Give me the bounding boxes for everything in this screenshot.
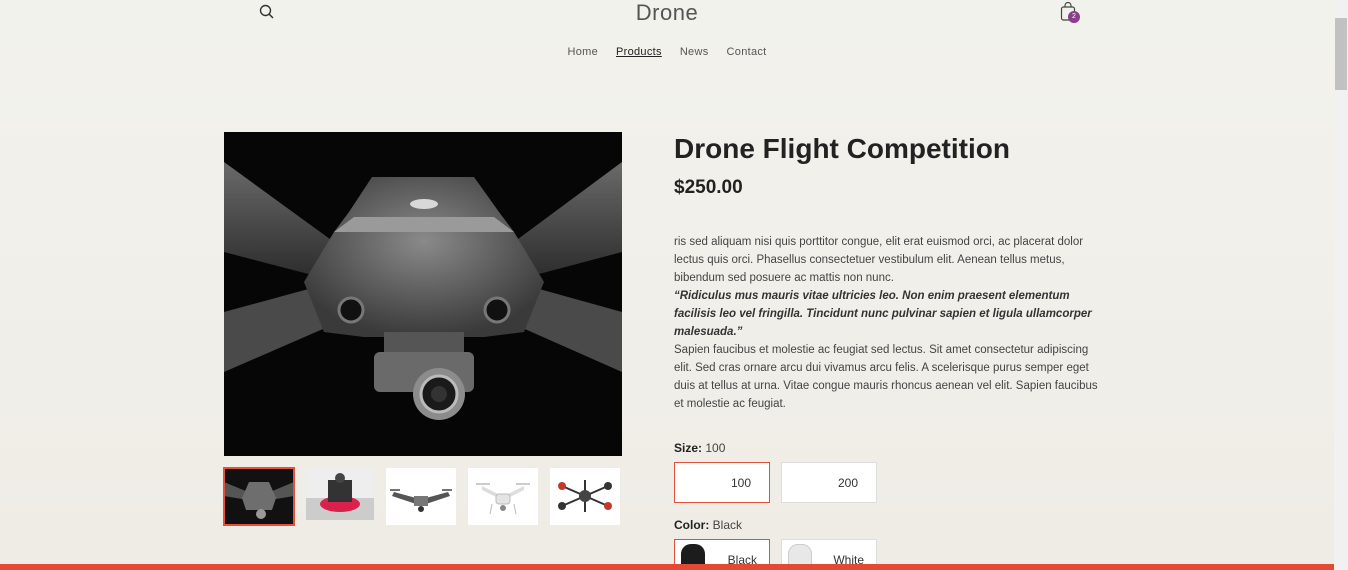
nav-item-contact[interactable]: Contact [727,46,767,58]
description-paragraph: Sapien faucibus et molestie ac feugiat s… [674,344,1098,410]
nav-item-products[interactable]: Products [616,46,662,58]
main-nav: Home Products News Contact [0,46,1334,58]
product-description: ris sed aliquam nisi quis porttitor cong… [674,233,1102,413]
size-label: Size: 100 [674,441,726,455]
description-paragraph: ris sed aliquam nisi quis porttitor cong… [674,236,1084,284]
site-logo[interactable]: Drone [0,0,1334,26]
size-option-200[interactable]: 200 [781,462,877,503]
product-main-image[interactable] [224,132,622,456]
thumbnail-2[interactable] [306,468,374,520]
drone-image [224,132,622,456]
color-selected-value: Black [712,518,743,532]
nav-item-home[interactable]: Home [567,46,598,58]
announcement-bar [0,564,1334,570]
thumbnail-3[interactable] [386,468,456,525]
scrollbar-thumb[interactable] [1335,18,1347,90]
product-price: $250.00 [674,177,743,198]
thumbnail-strip [223,467,620,526]
size-selected-value: 100 [705,441,726,455]
thumbnail-4[interactable] [468,468,538,525]
cart-count-badge: 2 [1068,11,1080,23]
scrollbar[interactable] [1334,0,1348,570]
thumbnail-1[interactable] [223,467,295,526]
color-label: Color: Black [674,518,743,532]
thumbnail-5[interactable] [550,468,620,525]
description-quote: “Ridiculus mus mauris vitae ultricies le… [674,290,1092,338]
size-option-100[interactable]: 100 [674,462,770,503]
nav-item-news[interactable]: News [680,46,709,58]
product-title: Drone Flight Competition [674,133,1010,164]
